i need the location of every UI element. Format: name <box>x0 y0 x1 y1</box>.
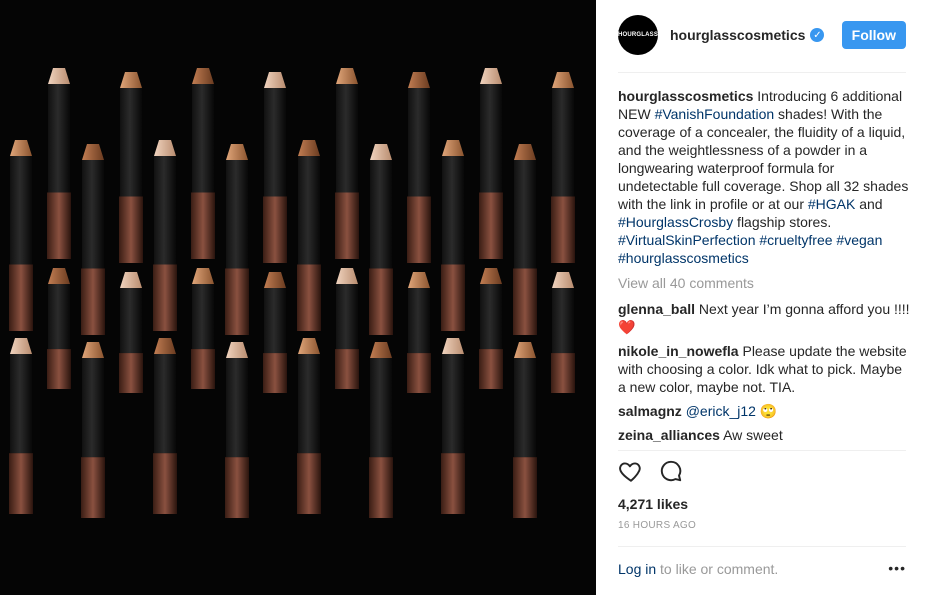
comment-username[interactable]: zeina_alliances <box>618 427 720 443</box>
header-divider <box>618 72 906 73</box>
foundation-stick <box>153 140 177 331</box>
comment-username[interactable]: salmagnz <box>618 403 682 419</box>
foundation-stick <box>513 342 537 518</box>
likes-count[interactable]: 4,271 likes <box>618 496 688 512</box>
foundation-stick <box>263 272 287 393</box>
hashtag-link[interactable]: #HGAK <box>808 196 855 212</box>
hashtag-link[interactable]: #VirtualSkinPerfection <box>618 232 755 248</box>
comment-username[interactable]: nikole_in_nowefla <box>618 343 739 359</box>
foundation-stick <box>119 72 143 263</box>
caption-text: flagship stores. <box>733 214 832 230</box>
post-photo[interactable] <box>0 0 596 595</box>
hashtag-link[interactable]: #HourglassCrosby <box>618 214 733 230</box>
comment: nikole_in_nowefla Please update the webs… <box>618 342 912 396</box>
view-all-comments-link[interactable]: View all 40 comments <box>618 275 754 291</box>
post-timestamp[interactable]: 16 HOURS AGO <box>618 520 696 531</box>
foundation-stick <box>263 72 287 263</box>
hashtag-link[interactable]: #vegan <box>836 232 882 248</box>
hashtag-link[interactable]: #crueltyfree <box>759 232 832 248</box>
foundation-stick <box>81 144 105 335</box>
foundation-stick <box>297 338 321 514</box>
hashtag-link[interactable]: #hourglasscosmetics <box>618 250 749 266</box>
foundation-stick <box>479 68 503 259</box>
foundation-stick <box>47 268 71 389</box>
foundation-stick <box>225 144 249 335</box>
login-link[interactable]: Log in <box>618 561 656 577</box>
follow-button[interactable]: Follow <box>841 21 906 49</box>
instagram-post: HOURGLASS hourglasscosmetics ✓ Follow ho… <box>0 0 928 595</box>
post-sidebar: HOURGLASS hourglasscosmetics ✓ Follow ho… <box>596 0 928 595</box>
foundation-stick <box>297 140 321 331</box>
foundation-stick <box>441 338 465 514</box>
comment: glenna_ball Next year I’m gonna afford y… <box>618 300 912 336</box>
eye-roll-emoji: 🙄 <box>759 403 778 419</box>
comment-icon[interactable] <box>658 458 684 484</box>
comment: salmagnz @erick_j12 🙄 <box>618 402 912 420</box>
caption-username[interactable]: hourglasscosmetics <box>618 88 753 104</box>
verified-badge-icon: ✓ <box>810 28 825 42</box>
more-options-icon[interactable]: ••• <box>888 560 906 576</box>
comment: zeina_alliances Aw sweet <box>618 426 912 444</box>
footer-divider <box>618 546 906 547</box>
login-prompt: Log in to like or comment. <box>618 561 778 577</box>
foundation-stick <box>551 72 575 263</box>
foundation-stick <box>191 68 215 259</box>
foundation-stick <box>335 68 359 259</box>
foundation-stick <box>551 272 575 393</box>
login-rest-text: to like or comment. <box>656 561 779 577</box>
foundation-stick <box>513 144 537 335</box>
foundation-stick <box>369 342 393 518</box>
foundation-stick <box>441 140 465 331</box>
foundation-stick <box>9 338 33 514</box>
foundation-stick <box>335 268 359 389</box>
avatar[interactable]: HOURGLASS <box>618 15 658 55</box>
foundation-stick <box>9 140 33 331</box>
foundation-stick <box>225 342 249 518</box>
comments-divider <box>618 450 906 451</box>
foundation-stick <box>81 342 105 518</box>
comment-username[interactable]: glenna_ball <box>618 301 695 317</box>
hashtag-link[interactable]: #VanishFoundation <box>655 106 775 122</box>
heart-icon[interactable] <box>618 458 644 484</box>
foundation-stick <box>369 144 393 335</box>
foundation-stick <box>119 272 143 393</box>
comment-text: Next year I’m gonna afford you !!!! <box>695 301 910 317</box>
comment-text: Aw sweet <box>719 427 783 443</box>
post-header: HOURGLASS hourglasscosmetics ✓ Follow <box>618 14 906 56</box>
foundation-stick <box>407 72 431 263</box>
caption-text: and <box>855 196 883 212</box>
foundation-stick <box>191 268 215 389</box>
foundation-sticks-image <box>9 68 575 518</box>
action-bar <box>618 458 684 484</box>
post-caption: hourglasscosmetics Introducing 6 additio… <box>618 87 912 267</box>
foundation-stick <box>407 272 431 393</box>
foundation-stick <box>153 338 177 514</box>
header-username[interactable]: hourglasscosmetics <box>670 27 805 43</box>
comment-mention[interactable]: @erick_j12 <box>686 403 756 419</box>
foundation-stick <box>479 268 503 389</box>
foundation-stick <box>47 68 71 259</box>
heart-emoji: ❤️ <box>618 319 636 335</box>
